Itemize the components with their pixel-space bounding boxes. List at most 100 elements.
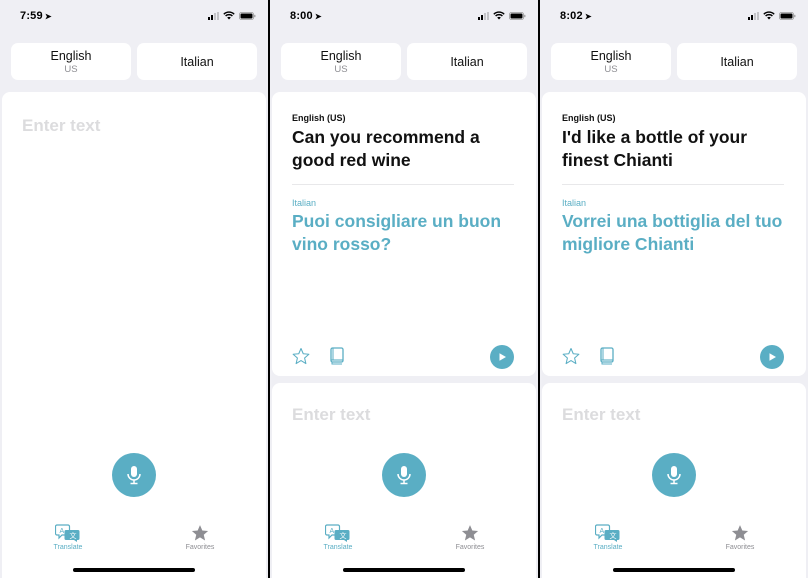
location-arrow-icon: ➤	[44, 12, 52, 21]
play-icon	[499, 353, 506, 361]
translation-result-card: English (US) I'd like a bottle of your f…	[542, 92, 806, 376]
favorite-button[interactable]	[292, 347, 310, 370]
tab-favorites-label: Favorites	[725, 544, 755, 551]
time-text: 7:59	[20, 10, 43, 22]
cellular-signal-icon	[478, 11, 489, 20]
tab-translate-label: Translate	[593, 544, 623, 551]
source-text: Can you recommend a good red wine	[292, 127, 480, 170]
play-audio-button[interactable]	[490, 345, 514, 369]
divider	[562, 184, 784, 185]
enter-text-placeholder[interactable]: Enter text	[562, 405, 640, 425]
home-indicator[interactable]	[73, 568, 195, 572]
dictionary-button[interactable]	[330, 347, 344, 370]
phone-screen-1: 7:59 ➤ English US Italian Enter text A文 T…	[0, 0, 268, 578]
wifi-icon	[763, 11, 775, 20]
book-icon	[600, 347, 614, 365]
book-icon	[330, 347, 344, 365]
favorite-button[interactable]	[562, 347, 580, 370]
status-icons	[478, 11, 526, 20]
source-language-region: US	[604, 63, 618, 75]
tab-translate[interactable]: A文 Translate	[578, 524, 638, 551]
microphone-icon	[127, 466, 141, 485]
location-arrow-icon: ➤	[314, 12, 322, 21]
source-text: I'd like a bottle of your finest Chianti	[562, 127, 748, 170]
status-icons	[208, 11, 256, 20]
source-language-button[interactable]: English US	[551, 43, 671, 80]
svg-text:文: 文	[610, 531, 617, 540]
target-language-name: Italian	[450, 54, 484, 69]
tab-favorites-label: Favorites	[185, 544, 215, 551]
battery-icon	[239, 11, 256, 20]
svg-text:A: A	[60, 528, 65, 535]
translate-icon: A文	[55, 524, 80, 542]
status-icons	[748, 11, 796, 20]
microphone-button[interactable]	[382, 453, 426, 497]
phone-screen-3: 8:02 ➤ English US Italian English (US) I'…	[540, 0, 808, 578]
source-language-name: English	[590, 48, 632, 63]
status-bar: 8:02 ➤	[540, 0, 808, 34]
cellular-signal-icon	[748, 11, 759, 20]
target-language-button[interactable]: Italian	[407, 43, 527, 80]
microphone-icon	[397, 466, 411, 485]
target-language-button[interactable]: Italian	[137, 43, 257, 80]
home-indicator[interactable]	[613, 568, 735, 572]
svg-text:A: A	[600, 528, 605, 535]
status-bar: 7:59 ➤	[0, 0, 268, 34]
svg-text:文: 文	[70, 531, 77, 540]
tab-translate-label: Translate	[53, 544, 83, 551]
home-indicator[interactable]	[343, 568, 465, 572]
time-text: 8:00	[290, 10, 313, 22]
play-audio-button[interactable]	[760, 345, 784, 369]
tab-bar: A文 Translate Favorites	[0, 524, 268, 558]
translate-icon: A文	[325, 524, 350, 542]
tab-bar: A文 Translate Favorites	[540, 524, 808, 558]
status-time: 8:00 ➤	[290, 10, 322, 22]
target-language-label: Italian	[292, 198, 317, 208]
phone-screen-2: 8:00 ➤ English US Italian English (US) Ca…	[270, 0, 538, 578]
status-time: 7:59 ➤	[20, 10, 52, 22]
translation-result-card: English (US) Can you recommend a good re…	[272, 92, 536, 376]
translate-icon: A文	[595, 524, 620, 542]
result-actions	[562, 345, 784, 369]
source-language-region: US	[64, 63, 78, 75]
tab-translate[interactable]: A文 Translate	[308, 524, 368, 551]
play-icon	[769, 353, 776, 361]
svg-text:文: 文	[340, 531, 347, 540]
tab-favorites[interactable]: Favorites	[170, 524, 230, 551]
target-language-name: Italian	[720, 54, 754, 69]
language-selector: English US Italian	[551, 43, 797, 80]
enter-text-placeholder[interactable]: Enter text	[292, 405, 370, 425]
tab-favorites[interactable]: Favorites	[440, 524, 500, 551]
source-language-name: English	[50, 48, 92, 63]
text-input-area[interactable]: Enter text	[2, 92, 266, 578]
divider	[292, 184, 514, 185]
enter-text-placeholder[interactable]: Enter text	[22, 116, 100, 136]
battery-icon	[509, 11, 526, 20]
dictionary-button[interactable]	[600, 347, 614, 370]
translated-text: Puoi consigliare un buon vino rosso?	[292, 211, 502, 254]
tab-translate[interactable]: A文 Translate	[38, 524, 98, 551]
star-filled-icon	[731, 525, 749, 541]
source-language-region: US	[334, 63, 348, 75]
wifi-icon	[223, 11, 235, 20]
microphone-button[interactable]	[652, 453, 696, 497]
language-selector: English US Italian	[11, 43, 257, 80]
tab-bar: A文 Translate Favorites	[270, 524, 538, 558]
svg-text:A: A	[330, 528, 335, 535]
target-language-label: Italian	[562, 198, 587, 208]
time-text: 8:02	[560, 10, 583, 22]
source-language-label: English (US)	[562, 113, 616, 123]
status-time: 8:02 ➤	[560, 10, 592, 22]
cellular-signal-icon	[208, 11, 219, 20]
target-language-name: Italian	[180, 54, 214, 69]
source-language-name: English	[320, 48, 362, 63]
tab-favorites[interactable]: Favorites	[710, 524, 770, 551]
star-filled-icon	[461, 525, 479, 541]
location-arrow-icon: ➤	[584, 12, 592, 21]
star-filled-icon	[191, 525, 209, 541]
language-selector: English US Italian	[281, 43, 527, 80]
target-language-button[interactable]: Italian	[677, 43, 797, 80]
microphone-button[interactable]	[112, 453, 156, 497]
source-language-button[interactable]: English US	[281, 43, 401, 80]
source-language-button[interactable]: English US	[11, 43, 131, 80]
